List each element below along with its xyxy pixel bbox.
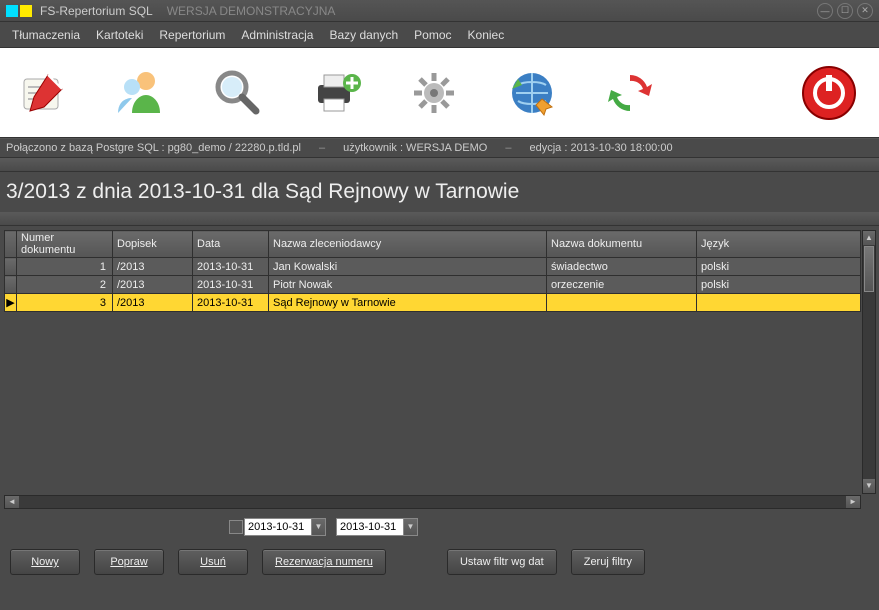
scroll-down-icon[interactable]: ▼ [863,479,875,493]
status-edit: edycja : 2013-10-30 18:00:00 [529,142,672,154]
cell-zleceniodawca: Piotr Nowak [269,276,547,294]
date-to-input[interactable] [336,518,404,536]
toolbar [0,48,879,138]
globe-icon[interactable] [500,61,564,125]
date-from-input[interactable] [244,518,312,536]
search-icon[interactable] [206,61,270,125]
cell-numer: 3 [17,294,113,312]
button-row: Nowy Popraw Usuń Rezerwacja numeru Ustaw… [0,542,879,582]
menu-tlumaczenia[interactable]: Tłumaczenia [4,24,88,46]
power-icon[interactable] [797,61,861,125]
data-grid[interactable]: Numer dokumentu Dopisek Data Nazwa zlece… [4,230,861,494]
col-zleceniodawca[interactable]: Nazwa zleceniodawcy [269,231,547,258]
cell-dokument: orzeczenie [547,276,697,294]
cell-data: 2013-10-31 [193,276,269,294]
cell-numer: 1 [17,258,113,276]
cell-jezyk: polski [697,276,861,294]
row-indicator: ▶ [5,294,17,312]
person-icon[interactable] [108,61,172,125]
col-data[interactable]: Data [193,231,269,258]
vertical-scrollbar[interactable]: ▲ ▼ [862,230,876,494]
sync-icon[interactable] [598,61,662,125]
date-from-checkbox[interactable] [229,520,243,534]
nowy-button[interactable]: Nowy [10,549,80,575]
date-to-box: ▼ [336,518,418,536]
status-connection: Połączono z bazą Postgre SQL : pg80_demo… [6,142,301,154]
cell-jezyk: polski [697,258,861,276]
filter-row: ▼ ▼ [0,512,879,542]
cell-dopisek: /2013 [113,276,193,294]
zeruj-filtry-button[interactable]: Zeruj filtry [571,549,645,575]
cell-dokument [547,294,697,312]
app-title: FS-Repertorium SQL [40,4,153,18]
cell-jezyk [697,294,861,312]
menu-bazy-danych[interactable]: Bazy danych [321,24,406,46]
menu-bar: Tłumaczenia Kartoteki Repertorium Admini… [0,22,879,48]
row-indicator [5,276,17,294]
cell-dopisek: /2013 [113,294,193,312]
cell-dokument: świadectwo [547,258,697,276]
status-user: użytkownik : WERSJA DEMO [343,142,487,154]
table-row[interactable]: ▶3/20132013-10-31Sąd Rejnowy w Tarnowie [5,294,861,312]
maximize-button[interactable]: ☐ [837,3,853,19]
cell-data: 2013-10-31 [193,294,269,312]
date-from-box: ▼ [229,518,326,536]
menu-administracja[interactable]: Administracja [233,24,321,46]
app-icon-2 [20,5,32,17]
scroll-thumb[interactable] [864,246,874,292]
menu-kartoteki[interactable]: Kartoteki [88,24,151,46]
close-button[interactable]: ✕ [857,3,873,19]
cell-zleceniodawca: Sąd Rejnowy w Tarnowie [269,294,547,312]
app-edition: WERSJA DEMONSTRACYJNA [167,4,336,18]
row-indicator [5,258,17,276]
date-from-dropdown-icon[interactable]: ▼ [312,518,326,536]
scroll-right-icon[interactable]: ► [846,496,860,508]
cell-data: 2013-10-31 [193,258,269,276]
edit-icon[interactable] [10,61,74,125]
col-numer[interactable]: Numer dokumentu [17,231,113,258]
print-icon[interactable] [304,61,368,125]
date-to-dropdown-icon[interactable]: ▼ [404,518,418,536]
page-heading: 3/2013 z dnia 2013-10-31 dla Sąd Rejnowy… [6,180,519,204]
popraw-button[interactable]: Popraw [94,549,164,575]
cell-zleceniodawca: Jan Kowalski [269,258,547,276]
status-bar: Połączono z bazą Postgre SQL : pg80_demo… [0,138,879,158]
col-jezyk[interactable]: Język [697,231,861,258]
scroll-left-icon[interactable]: ◄ [5,496,19,508]
cell-numer: 2 [17,276,113,294]
minimize-button[interactable]: — [817,3,833,19]
usun-button[interactable]: Usuń [178,549,248,575]
rezerwacja-button[interactable]: Rezerwacja numeru [262,549,386,575]
table-row[interactable]: 2/20132013-10-31Piotr Nowakorzeczeniepol… [5,276,861,294]
menu-koniec[interactable]: Koniec [460,24,513,46]
menu-repertorium[interactable]: Repertorium [151,24,233,46]
menu-pomoc[interactable]: Pomoc [406,24,459,46]
app-icon-1 [6,5,18,17]
gear-icon[interactable] [402,61,466,125]
row-header-col [5,231,17,258]
table-row[interactable]: 1/20132013-10-31Jan Kowalskiświadectwopo… [5,258,861,276]
page-heading-bar: 3/2013 z dnia 2013-10-31 dla Sąd Rejnowy… [0,172,879,212]
grid-area: Numer dokumentu Dopisek Data Nazwa zlece… [0,226,879,512]
scroll-up-icon[interactable]: ▲ [863,231,875,245]
horizontal-scrollbar[interactable]: ◄ ► [4,495,861,509]
ustaw-filtr-button[interactable]: Ustaw filtr wg dat [447,549,557,575]
col-dokument[interactable]: Nazwa dokumentu [547,231,697,258]
col-dopisek[interactable]: Dopisek [113,231,193,258]
title-bar: FS-Repertorium SQL WERSJA DEMONSTRACYJNA… [0,0,879,22]
cell-dopisek: /2013 [113,258,193,276]
